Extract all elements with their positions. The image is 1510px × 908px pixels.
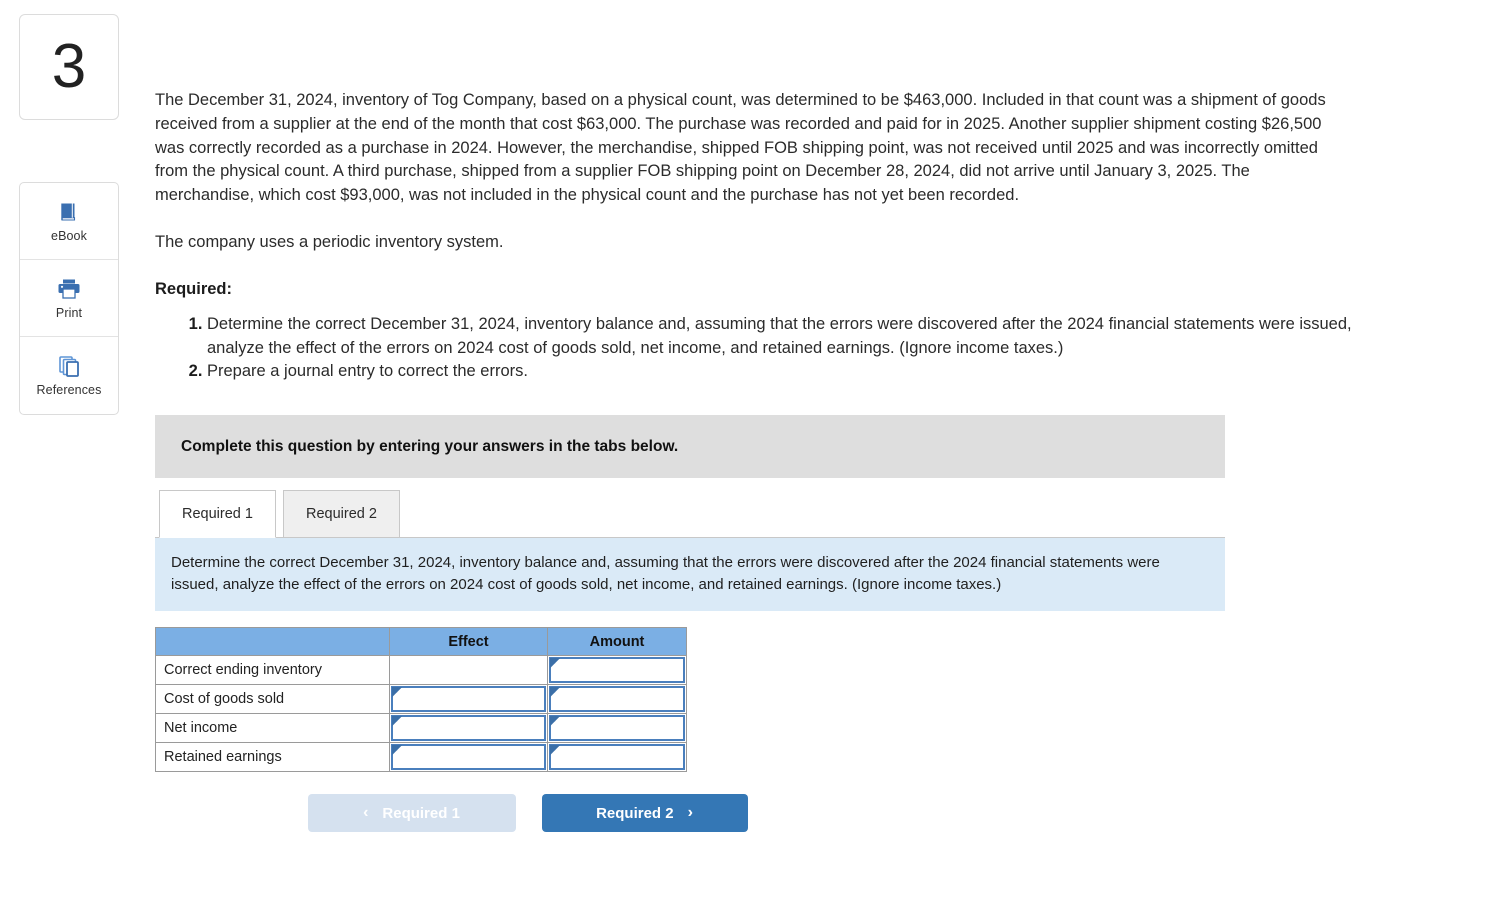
previous-required-button[interactable]: ‹ Required 1 bbox=[307, 794, 516, 833]
question-page: 3 eBook Print References The December 31… bbox=[0, 0, 1510, 908]
next-required-button[interactable]: Required 2 › bbox=[541, 794, 748, 833]
table-header-effect: Effect bbox=[389, 627, 548, 657]
amount-cell[interactable] bbox=[547, 742, 687, 773]
instruction-bar: Complete this question by entering your … bbox=[155, 415, 1225, 479]
ebook-button[interactable]: eBook bbox=[20, 183, 118, 260]
print-label: Print bbox=[55, 305, 83, 320]
print-button[interactable]: Print bbox=[20, 260, 118, 337]
next-required-label: Required 2 bbox=[596, 804, 674, 822]
amount-cell[interactable] bbox=[547, 655, 687, 686]
tab-required-2[interactable]: Required 2 bbox=[283, 490, 400, 539]
tab-required-1[interactable]: Required 1 bbox=[159, 490, 276, 539]
tab-required-1-label: Required 1 bbox=[182, 506, 253, 523]
effect-cell[interactable] bbox=[389, 684, 548, 715]
book-icon bbox=[57, 200, 81, 224]
question-paragraph-1: The December 31, 2024, inventory of Tog … bbox=[155, 91, 1326, 205]
dropdown-triangle-icon bbox=[551, 717, 560, 726]
required-list: Determine the correct December 31, 2024,… bbox=[155, 313, 1365, 384]
row-label: Retained earnings bbox=[155, 742, 390, 773]
table-row: Net income bbox=[155, 713, 687, 744]
amount-input[interactable] bbox=[549, 686, 685, 713]
chevron-left-icon: ‹ bbox=[363, 804, 369, 822]
required-list-item: Determine the correct December 31, 2024,… bbox=[207, 313, 1365, 361]
dropdown-triangle-icon bbox=[393, 717, 402, 726]
instruction-bar-text: Complete this question by entering your … bbox=[181, 437, 679, 455]
question-paragraph-2: The company uses a periodic inventory sy… bbox=[155, 232, 504, 251]
nav-button-row: ‹ Required 1 Required 2 › bbox=[155, 794, 900, 833]
ebook-label: eBook bbox=[51, 228, 87, 243]
references-label: References bbox=[36, 383, 102, 397]
table-row: Retained earnings bbox=[155, 742, 687, 773]
copy-pages-icon bbox=[56, 354, 82, 378]
dropdown-triangle-icon bbox=[551, 688, 560, 697]
tool-group: eBook Print References bbox=[19, 182, 119, 415]
tab-required-2-label: Required 2 bbox=[306, 506, 377, 523]
main-content: The December 31, 2024, inventory of Tog … bbox=[155, 0, 1495, 833]
references-button[interactable]: References bbox=[20, 337, 118, 414]
dropdown-triangle-icon bbox=[551, 659, 560, 668]
tab-strip: Required 1 Required 2 bbox=[155, 490, 1225, 539]
required-list-item: Prepare a journal entry to correct the e… bbox=[207, 360, 1365, 384]
amount-cell[interactable] bbox=[547, 713, 687, 744]
effect-input[interactable] bbox=[391, 744, 546, 771]
answer-table: Effect Amount Correct ending inventory C… bbox=[155, 627, 687, 773]
previous-required-label: Required 1 bbox=[382, 804, 460, 822]
table-row: Cost of goods sold bbox=[155, 684, 687, 715]
table-row: Correct ending inventory bbox=[155, 655, 687, 686]
amount-input[interactable] bbox=[549, 657, 685, 684]
table-header-amount: Amount bbox=[547, 627, 687, 657]
row-label: Correct ending inventory bbox=[155, 655, 390, 686]
row-label: Net income bbox=[155, 713, 390, 744]
effect-cell[interactable] bbox=[389, 713, 548, 744]
tab-instruction-text: Determine the correct December 31, 2024,… bbox=[171, 554, 1160, 593]
required-heading: Required: bbox=[155, 279, 233, 298]
question-number: 3 bbox=[51, 32, 87, 101]
effect-cell[interactable] bbox=[389, 742, 548, 773]
dropdown-triangle-icon bbox=[551, 746, 560, 755]
printer-icon bbox=[56, 277, 82, 301]
left-rail: 3 eBook Print References bbox=[19, 14, 119, 415]
amount-input[interactable] bbox=[549, 715, 685, 742]
question-number-box: 3 bbox=[19, 14, 119, 120]
table-header-row: Effect Amount bbox=[155, 627, 687, 657]
dropdown-triangle-icon bbox=[393, 688, 402, 697]
table-header-blank bbox=[155, 627, 390, 657]
tab-instruction-panel: Determine the correct December 31, 2024,… bbox=[155, 538, 1225, 612]
amount-cell[interactable] bbox=[547, 684, 687, 715]
effect-cell bbox=[389, 655, 548, 686]
chevron-right-icon: › bbox=[687, 804, 693, 822]
effect-input[interactable] bbox=[391, 715, 546, 742]
dropdown-triangle-icon bbox=[393, 746, 402, 755]
row-label: Cost of goods sold bbox=[155, 684, 390, 715]
amount-input[interactable] bbox=[549, 744, 685, 771]
effect-input[interactable] bbox=[391, 686, 546, 713]
